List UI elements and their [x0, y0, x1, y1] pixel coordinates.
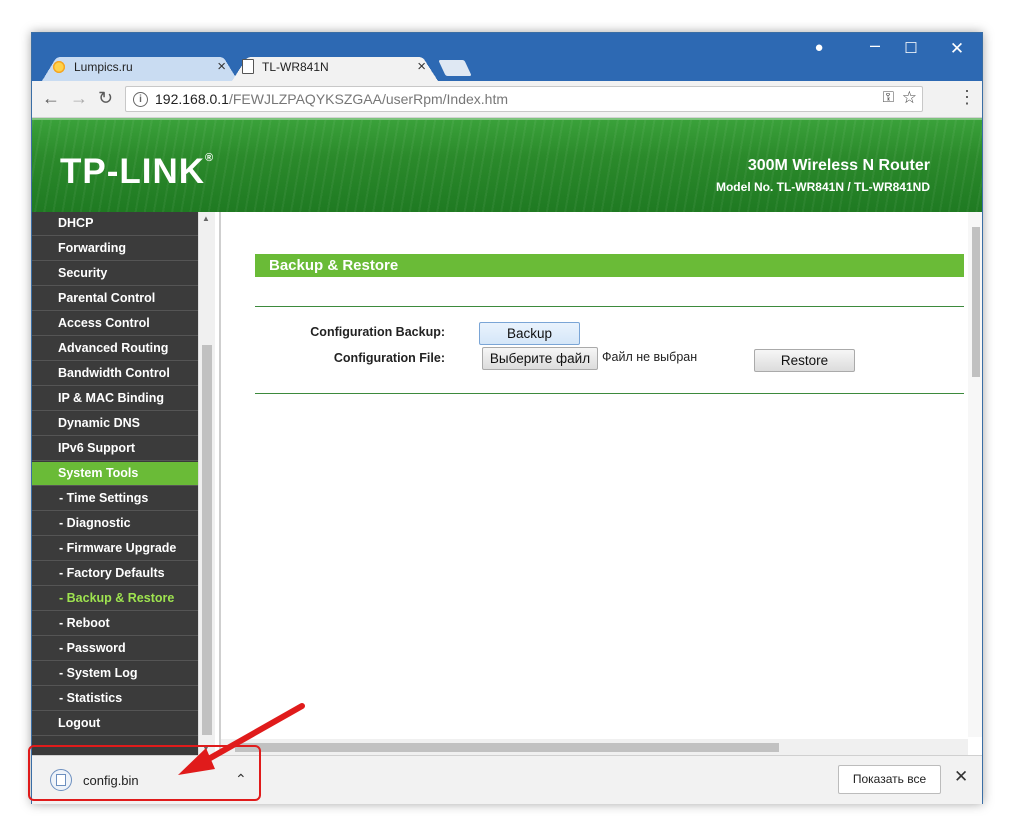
config-backup-label: Configuration Backup:: [310, 325, 445, 339]
info-icon[interactable]: i: [133, 91, 148, 107]
address-bar[interactable]: i 192.168.0.1/FEWJLZPAQYKSZGAA/userRpm/I…: [125, 86, 923, 112]
page-content: TP-LINK® 300M Wireless N Router Model No…: [32, 118, 982, 755]
sidebar-item-dhcp[interactable]: DHCP: [32, 212, 198, 236]
sidebar-item-password[interactable]: - Password: [32, 637, 198, 661]
browser-window: Lumpics.ru × TL-WR841N × ● – ☐ ✕ ← → ↻ i…: [31, 32, 983, 804]
tp-link-logo: TP-LINK®: [60, 152, 215, 191]
sidebar-item-dynamic-dns[interactable]: Dynamic DNS: [32, 412, 198, 436]
close-tab-icon[interactable]: ×: [417, 58, 426, 75]
sidebar-item-advanced-routing[interactable]: Advanced Routing: [32, 337, 198, 361]
page-favicon-icon: [242, 59, 254, 74]
tab-title: Lumpics.ru: [74, 59, 133, 74]
sidebar-item-time-settings[interactable]: - Time Settings: [32, 487, 198, 511]
sidebar-item-backup-restore[interactable]: - Backup & Restore: [32, 587, 198, 611]
sidebar-item-ipv6-support[interactable]: IPv6 Support: [32, 437, 198, 461]
menu-dots-icon[interactable]: ⋮: [958, 87, 976, 108]
sidebar-item-statistics[interactable]: - Statistics: [32, 687, 198, 711]
sidebar-item-security[interactable]: Security: [32, 262, 198, 286]
router-model-number: Model No. TL-WR841N / TL-WR841ND: [715, 180, 930, 194]
annotation-highlight-box: [28, 745, 261, 801]
url-host: 192.168.0.1: [155, 91, 229, 107]
title-bar: Lumpics.ru × TL-WR841N × ● – ☐ ✕: [32, 33, 982, 81]
maximize-button[interactable]: ☐: [896, 39, 926, 57]
scroll-up-icon[interactable]: ▲: [202, 214, 210, 223]
router-banner: TP-LINK® 300M Wireless N Router Model No…: [32, 118, 982, 212]
user-profile-icon[interactable]: ●: [804, 39, 834, 56]
sidebar-item-logout[interactable]: Logout: [32, 712, 198, 736]
main-vertical-scrollbar[interactable]: [968, 212, 982, 737]
sidebar-scrollbar[interactable]: ▲ ▼: [198, 212, 215, 755]
browser-toolbar: ← → ↻ i 192.168.0.1/FEWJLZPAQYKSZGAA/use…: [32, 81, 982, 118]
sun-favicon-icon: [52, 59, 66, 74]
section-title: Backup & Restore: [255, 254, 964, 277]
sidebar-item-factory-defaults[interactable]: - Factory Defaults: [32, 562, 198, 586]
sidebar-item-system-log[interactable]: - System Log: [32, 662, 198, 686]
main-frame: Backup & Restore Configuration Backup: B…: [219, 212, 982, 755]
sidebar-scroll-thumb[interactable]: [202, 345, 212, 735]
main-scroll-thumb[interactable]: [972, 227, 980, 377]
sidebar-item-reboot[interactable]: - Reboot: [32, 612, 198, 636]
close-tab-icon[interactable]: ×: [217, 58, 226, 75]
divider-top: [255, 306, 964, 307]
url-path: /FEWJLZPAQYKSZGAA/userRpm/Index.htm: [228, 91, 509, 107]
key-icon[interactable]: ⚿: [883, 89, 894, 106]
sidebar-item-diagnostic[interactable]: - Diagnostic: [32, 512, 198, 536]
sidebar-item-system-tools[interactable]: System Tools: [32, 462, 198, 486]
router-sidebar-menu: DHCP Forwarding Security Parental Control Ac…: [32, 212, 198, 755]
restore-button[interactable]: Restore: [754, 349, 855, 372]
sidebar-item-access-control[interactable]: Access Control: [32, 312, 198, 336]
backup-button[interactable]: Backup: [479, 322, 580, 345]
tab-lumpics[interactable]: Lumpics.ru ×: [42, 52, 238, 81]
minimize-button[interactable]: –: [860, 35, 890, 56]
new-tab-button[interactable]: [438, 60, 472, 76]
sidebar-item-bandwidth-control[interactable]: Bandwidth Control: [32, 362, 198, 386]
forward-arrow-icon[interactable]: →: [70, 88, 88, 109]
sidebar-item-firmware-upgrade[interactable]: - Firmware Upgrade: [32, 537, 198, 561]
horizontal-scroll-thumb[interactable]: [235, 743, 779, 752]
tab-title: TL-WR841N: [262, 59, 329, 74]
show-all-downloads-button[interactable]: Показать все: [838, 765, 941, 794]
router-product-name: 300M Wireless N Router: [747, 157, 930, 174]
file-status-text: Файл не выбран: [602, 350, 698, 364]
config-file-label: Configuration File:: [333, 351, 445, 365]
bookmark-star-icon[interactable]: ☆: [902, 88, 917, 108]
divider-bottom: [255, 393, 964, 394]
choose-file-button[interactable]: Выберите файл: [482, 347, 598, 370]
back-arrow-icon[interactable]: ←: [42, 88, 60, 109]
main-horizontal-scrollbar[interactable]: [221, 739, 968, 755]
tab-tl-wr841n[interactable]: TL-WR841N ×: [232, 52, 438, 81]
sidebar-item-ip-mac-binding[interactable]: IP & MAC Binding: [32, 387, 198, 411]
reload-icon[interactable]: ↻: [98, 88, 113, 109]
sidebar-item-parental-control[interactable]: Parental Control: [32, 287, 198, 311]
close-window-button[interactable]: ✕: [942, 39, 972, 59]
close-download-shelf-icon[interactable]: ✕: [954, 767, 968, 787]
sidebar-item-forwarding[interactable]: Forwarding: [32, 237, 198, 261]
